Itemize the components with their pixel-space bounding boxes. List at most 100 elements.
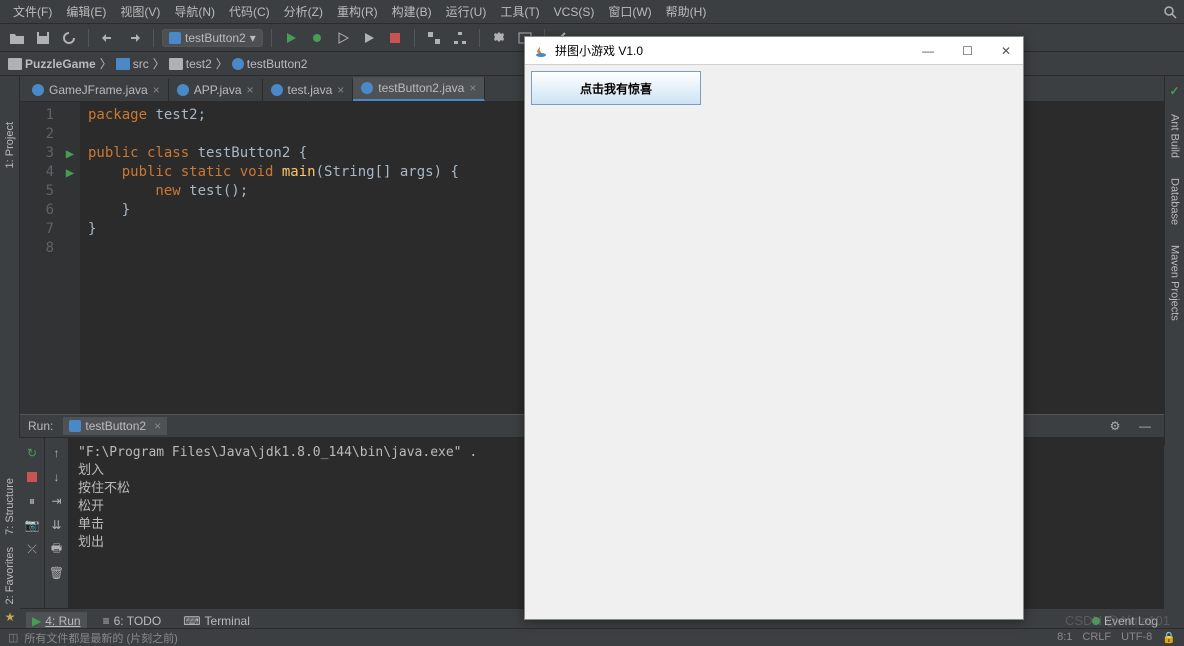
menu-edit[interactable]: 编辑(E) <box>59 3 113 20</box>
redo-icon[interactable] <box>123 27 145 49</box>
scroll-icon[interactable]: ⇊ <box>48 516 66 534</box>
chevron-right-icon: 〉 <box>153 55 165 72</box>
line-gutter: 12345678 <box>20 102 60 446</box>
separator <box>271 29 272 47</box>
menu-navigate[interactable]: 导航(N) <box>167 3 222 20</box>
breadcrumb-project[interactable]: PuzzleGame <box>8 57 96 71</box>
menu-analyze[interactable]: 分析(Z) <box>277 3 330 20</box>
structure-icon[interactable] <box>423 27 445 49</box>
search-icon[interactable] <box>1162 4 1178 20</box>
tab-test[interactable]: test.java× <box>263 79 354 101</box>
down-icon[interactable]: ↓ <box>48 468 66 486</box>
run-tab[interactable]: testButton2× <box>63 417 167 435</box>
java-window[interactable]: 拼图小游戏 V1.0 — ☐ ✕ 点击我有惊喜 <box>524 36 1024 620</box>
status-message: 所有文件都是最新的 (片刻之前) <box>24 630 177 646</box>
left-tool-stripe-bottom: 7: Structure 2: Favorites ★ <box>0 438 20 628</box>
close-icon[interactable]: × <box>247 83 254 97</box>
chevron-down-icon: ▾ <box>250 31 256 45</box>
menu-vcs[interactable]: VCS(S) <box>547 5 602 19</box>
tool-windows-icon[interactable]: ◫ <box>8 631 18 644</box>
separator <box>414 29 415 47</box>
breadcrumb-file[interactable]: testButton2 <box>232 57 308 71</box>
close-icon[interactable]: × <box>337 83 344 97</box>
java-window-titlebar[interactable]: 拼图小游戏 V1.0 — ☐ ✕ <box>525 37 1023 65</box>
project-tool-tab[interactable]: 1: Project <box>2 116 18 174</box>
settings-icon[interactable] <box>488 27 510 49</box>
close-icon[interactable]: × <box>153 83 160 97</box>
run-config-selector[interactable]: testButton2 ▾ <box>162 29 263 47</box>
menu-help[interactable]: 帮助(H) <box>659 3 714 20</box>
separator <box>479 29 480 47</box>
database-tool-tab[interactable]: Database <box>1167 174 1183 229</box>
menu-tools[interactable]: 工具(T) <box>493 3 546 20</box>
menu-file[interactable]: 文件(F) <box>6 3 59 20</box>
chevron-right-icon: 〉 <box>216 55 228 72</box>
java-window-title: 拼图小游戏 V1.0 <box>555 42 643 59</box>
menu-code[interactable]: 代码(C) <box>222 3 277 20</box>
surprise-button[interactable]: 点击我有惊喜 <box>531 71 701 105</box>
run-tool-tab[interactable]: ▶4: Run <box>26 612 87 630</box>
menu-window[interactable]: 窗口(W) <box>601 3 658 20</box>
minimize-icon[interactable]: — <box>1134 415 1156 437</box>
status-bar: ◫ 所有文件都是最新的 (片刻之前) 8:1 CRLF UTF-8 🔒 <box>0 628 1184 646</box>
caret-position[interactable]: 8:1 <box>1057 631 1072 644</box>
separator <box>88 29 89 47</box>
stop-icon[interactable] <box>384 27 406 49</box>
run-header-tools: ⚙ — <box>1104 415 1156 437</box>
run-markers: ▶ ▶ <box>60 102 80 446</box>
menu-build[interactable]: 构建(B) <box>385 3 439 20</box>
profile-icon[interactable] <box>358 27 380 49</box>
rerun-icon[interactable]: ↻ <box>23 444 41 462</box>
undo-icon[interactable] <box>97 27 119 49</box>
up-icon[interactable]: ↑ <box>48 444 66 462</box>
todo-tool-tab[interactable]: ≡6: TODO <box>97 612 168 630</box>
maven-tool-tab[interactable]: Maven Projects <box>1167 241 1183 325</box>
trash-icon[interactable]: 🗑 <box>48 564 66 582</box>
print-icon[interactable]: 🖶 <box>48 540 66 558</box>
left-tool-stripe: 1: Project <box>0 76 20 446</box>
inspection-ok-icon[interactable]: ✓ <box>1169 84 1179 98</box>
run-config-name: testButton2 <box>185 31 246 45</box>
lock-icon[interactable]: 🔒 <box>1162 631 1176 644</box>
run-gutter-icon[interactable]: ▶ <box>60 144 80 163</box>
run-icon[interactable] <box>280 27 302 49</box>
stop-icon[interactable] <box>23 468 41 486</box>
close-icon[interactable]: ✕ <box>997 44 1015 58</box>
menu-refactor[interactable]: 重构(R) <box>330 3 385 20</box>
pause-icon[interactable]: ⏸ <box>23 492 41 510</box>
sync-icon[interactable] <box>58 27 80 49</box>
menu-bar: 文件(F) 编辑(E) 视图(V) 导航(N) 代码(C) 分析(Z) 重构(R… <box>0 0 1184 24</box>
run-title: Run: <box>28 419 53 433</box>
debug-icon[interactable] <box>306 27 328 49</box>
coverage-icon[interactable] <box>332 27 354 49</box>
breadcrumb-pkg[interactable]: test2 <box>169 57 212 71</box>
minimize-icon[interactable]: — <box>918 44 938 58</box>
star-icon: ★ <box>5 610 16 624</box>
open-icon[interactable] <box>6 27 28 49</box>
tab-app[interactable]: APP.java× <box>169 79 263 101</box>
tab-gamejframe[interactable]: GameJFrame.java× <box>24 79 169 101</box>
maximize-icon[interactable]: ☐ <box>958 44 977 58</box>
favorites-tool-tab[interactable]: 2: Favorites <box>2 541 18 610</box>
line-separator[interactable]: CRLF <box>1082 631 1111 644</box>
close-icon[interactable]: × <box>154 419 161 433</box>
breadcrumb-src[interactable]: src <box>116 57 149 71</box>
java-cup-icon <box>533 43 549 59</box>
menu-run[interactable]: 运行(U) <box>439 3 494 20</box>
save-icon[interactable] <box>32 27 54 49</box>
structure-tool-tab[interactable]: 7: Structure <box>2 472 18 541</box>
gear-icon[interactable]: ⚙ <box>1104 415 1126 437</box>
ant-tool-tab[interactable]: Ant Build <box>1167 110 1183 162</box>
run-gutter-icon[interactable]: ▶ <box>60 163 80 182</box>
menu-view[interactable]: 视图(V) <box>113 3 167 20</box>
right-tool-stripe: ✓ Ant Build Database Maven Projects <box>1164 76 1184 446</box>
tab-testbutton2[interactable]: testButton2.java× <box>353 77 485 101</box>
terminal-tool-tab[interactable]: ⌨Terminal <box>177 612 256 630</box>
dump-icon[interactable]: 📷 <box>23 516 41 534</box>
hierarchy-icon[interactable] <box>449 27 471 49</box>
wrap-icon[interactable]: ⇥ <box>48 492 66 510</box>
exit-icon[interactable]: ⤫ <box>23 540 41 558</box>
file-encoding[interactable]: UTF-8 <box>1121 631 1152 644</box>
close-icon[interactable]: × <box>469 81 476 95</box>
app-icon <box>169 32 181 44</box>
